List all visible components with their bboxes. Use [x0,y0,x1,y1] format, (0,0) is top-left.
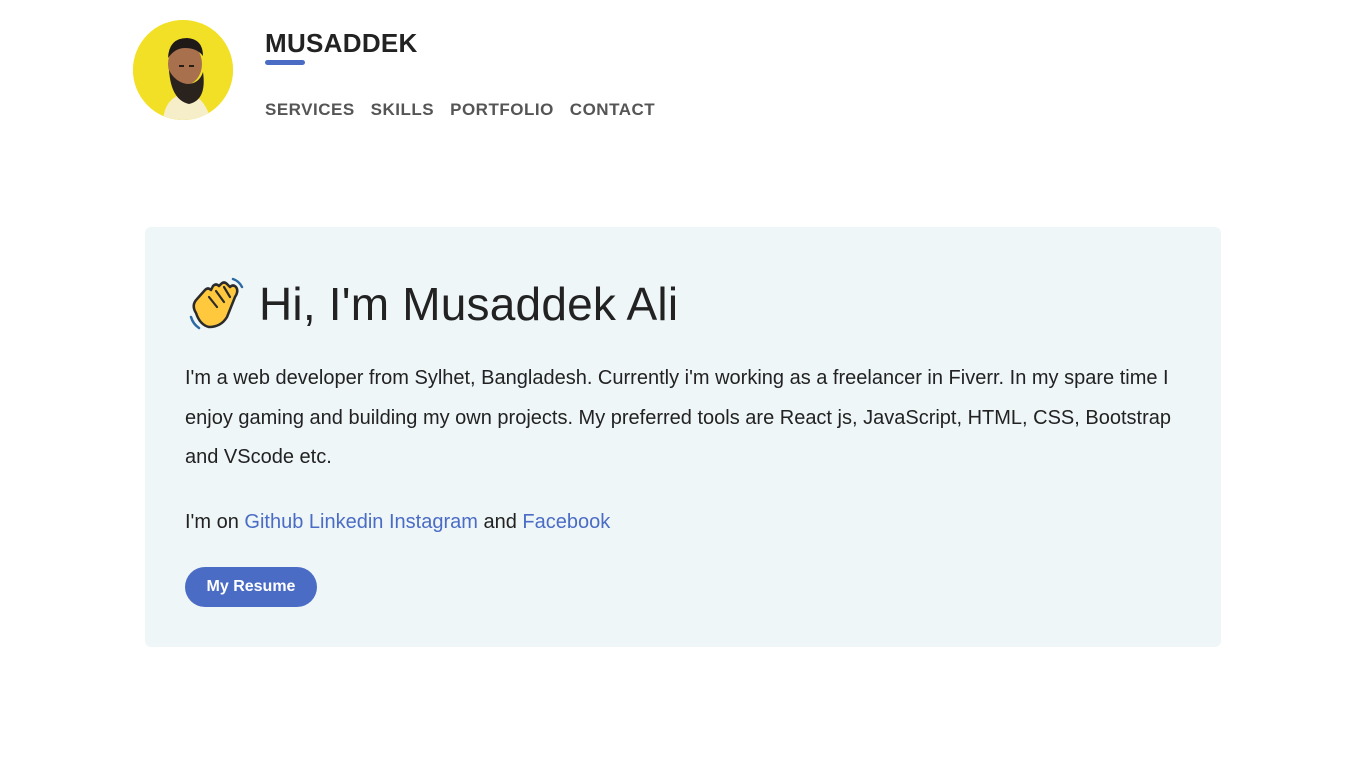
linkedin-link[interactable]: Linkedin [309,511,384,533]
nav-services[interactable]: SERVICES [265,100,355,120]
main-nav: SERVICES SKILLS PORTFOLIO CONTACT [265,100,655,120]
facebook-link[interactable]: Facebook [522,511,610,533]
waving-hand-icon [187,275,245,333]
social-joiner: and [483,511,517,533]
nav-contact[interactable]: CONTACT [570,100,655,120]
nav-portfolio[interactable]: PORTFOLIO [450,100,554,120]
intro-card: Hi, I'm Musaddek Ali I'm a web developer… [145,227,1221,647]
resume-button[interactable]: My Resume [185,567,317,607]
github-link[interactable]: Github [244,511,303,533]
instagram-link[interactable]: Instagram [389,511,478,533]
bio-text: I'm a web developer from Sylhet, Banglad… [185,367,1171,468]
site-header: MUSADDEK SERVICES SKILLS PORTFOLIO CONTA… [133,20,833,130]
site-brand[interactable]: MUSADDEK [265,28,418,59]
brand-underline [265,60,305,65]
hero-heading: Hi, I'm Musaddek Ali [187,275,678,333]
avatar [133,20,233,120]
nav-skills[interactable]: SKILLS [371,100,434,120]
social-prefix: I'm on [185,511,239,533]
social-links: I'm on Github Linkedin Instagram and Fac… [185,511,610,534]
hero-title: Hi, I'm Musaddek Ali [259,278,679,330]
